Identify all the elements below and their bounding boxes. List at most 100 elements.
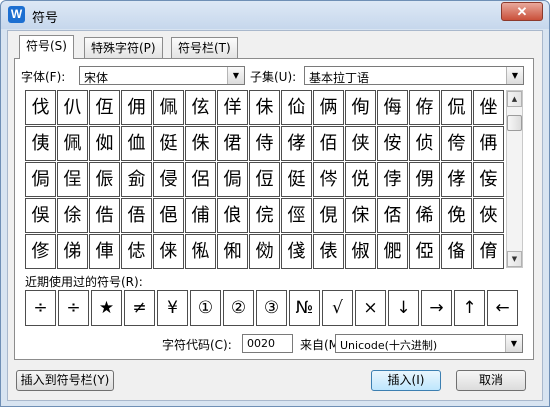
recent-symbol-cell[interactable]: ÷ bbox=[58, 290, 89, 326]
symbol-cell[interactable]: 俴 bbox=[281, 234, 312, 269]
symbol-cell[interactable]: 佩 bbox=[153, 90, 184, 125]
recent-symbol-cell[interactable]: ↓ bbox=[388, 290, 419, 326]
symbol-cell[interactable]: 侒 bbox=[377, 126, 408, 161]
symbol-cell[interactable]: 佩 bbox=[57, 126, 88, 161]
scroll-down-icon[interactable]: ▼ bbox=[507, 251, 522, 267]
symbol-cell[interactable]: 侴 bbox=[121, 162, 152, 197]
symbol-cell[interactable]: 佣 bbox=[121, 90, 152, 125]
symbol-cell[interactable]: 俓 bbox=[281, 198, 312, 233]
insert-to-symbol-bar-button[interactable]: 插入到符号栏(Y) bbox=[16, 370, 114, 391]
close-button[interactable]: ✕ bbox=[501, 2, 543, 21]
symbol-cell[interactable]: 俈 bbox=[89, 198, 120, 233]
symbol-cell[interactable]: 侞 bbox=[89, 126, 120, 161]
symbol-cell[interactable]: 仈 bbox=[57, 90, 88, 125]
symbol-cell[interactable]: 侃 bbox=[441, 90, 472, 125]
symbol-cell[interactable]: 侚 bbox=[345, 90, 376, 125]
tab-symbol-bar[interactable]: 符号栏(T) bbox=[171, 37, 238, 58]
symbol-cell[interactable]: 俤 bbox=[57, 234, 88, 269]
symbol-cell[interactable]: 侸 bbox=[249, 162, 280, 197]
insert-button[interactable]: 插入(I) bbox=[371, 370, 441, 391]
symbol-grid-scrollbar[interactable]: ▲ ▼ bbox=[506, 90, 523, 268]
recent-symbol-cell[interactable]: ③ bbox=[256, 290, 287, 326]
recent-symbol-cell[interactable]: √ bbox=[322, 290, 353, 326]
symbol-cell[interactable]: 俫 bbox=[153, 234, 184, 269]
symbol-cell[interactable]: 佯 bbox=[217, 90, 248, 125]
char-code-input[interactable]: 0020 bbox=[242, 334, 293, 353]
tab-symbols[interactable]: 符号(S) bbox=[19, 35, 74, 59]
symbol-cell[interactable]: 俻 bbox=[441, 234, 472, 269]
recent-symbol-cell[interactable]: ① bbox=[190, 290, 221, 326]
symbol-cell[interactable]: 侮 bbox=[377, 90, 408, 125]
encoding-dropdown[interactable]: Unicode(十六进制) ▼ bbox=[335, 334, 523, 353]
symbol-cell[interactable]: 仾 bbox=[89, 90, 120, 125]
symbol-cell[interactable]: 俥 bbox=[89, 234, 120, 269]
symbol-cell[interactable]: 伭 bbox=[185, 90, 216, 125]
symbol-cell[interactable]: 俛 bbox=[441, 198, 472, 233]
symbol-cell[interactable]: 侾 bbox=[441, 162, 472, 197]
symbol-cell[interactable]: 佰 bbox=[313, 126, 344, 161]
symbol-cell[interactable]: 俆 bbox=[57, 198, 88, 233]
recent-symbol-cell[interactable]: ② bbox=[223, 290, 254, 326]
symbol-cell[interactable]: 侾 bbox=[281, 126, 312, 161]
scroll-up-icon[interactable]: ▲ bbox=[507, 91, 522, 107]
symbol-cell[interactable]: 侏 bbox=[185, 126, 216, 161]
symbol-cell[interactable]: 侉 bbox=[441, 126, 472, 161]
symbol-cell[interactable]: 俹 bbox=[409, 234, 440, 269]
recent-symbol-cell[interactable]: ≠ bbox=[124, 290, 155, 326]
chevron-down-icon[interactable]: ▼ bbox=[505, 335, 522, 352]
symbol-cell[interactable]: 俔 bbox=[313, 198, 344, 233]
symbol-cell[interactable]: 佡 bbox=[281, 90, 312, 125]
symbol-cell[interactable]: 俠 bbox=[473, 198, 504, 233]
symbol-cell[interactable]: 侠 bbox=[345, 126, 376, 161]
recent-symbol-cell[interactable]: ¥ bbox=[157, 290, 188, 326]
symbol-cell[interactable]: 侰 bbox=[217, 126, 248, 161]
symbol-cell[interactable]: 侫 bbox=[473, 162, 504, 197]
symbol-cell[interactable]: 侵 bbox=[153, 162, 184, 197]
symbol-cell[interactable]: 俢 bbox=[25, 234, 56, 269]
recent-symbol-cell[interactable]: → bbox=[421, 290, 452, 326]
subset-dropdown[interactable]: 基本拉丁语 ▼ bbox=[304, 66, 524, 85]
symbol-cell[interactable]: 俶 bbox=[345, 234, 376, 269]
symbol-cell[interactable]: 俬 bbox=[185, 234, 216, 269]
recent-symbol-cell[interactable]: ÷ bbox=[25, 290, 56, 326]
symbol-cell[interactable]: 侹 bbox=[153, 126, 184, 161]
symbol-cell[interactable]: 俌 bbox=[185, 198, 216, 233]
chevron-down-icon[interactable]: ▼ bbox=[227, 67, 244, 84]
symbol-cell[interactable]: 侱 bbox=[57, 162, 88, 197]
cancel-button[interactable]: 取消 bbox=[456, 370, 526, 391]
symbol-cell[interactable]: 侟 bbox=[409, 90, 440, 125]
symbol-cell[interactable]: 侇 bbox=[25, 126, 56, 161]
symbol-cell[interactable]: 俕 bbox=[345, 198, 376, 233]
symbol-cell[interactable]: 俁 bbox=[25, 198, 56, 233]
symbol-cell[interactable]: 俒 bbox=[249, 198, 280, 233]
symbol-cell[interactable]: 俩 bbox=[313, 90, 344, 125]
symbol-cell[interactable]: 俍 bbox=[217, 198, 248, 233]
symbol-cell[interactable]: 侐 bbox=[121, 126, 152, 161]
recent-symbol-cell[interactable]: ← bbox=[487, 290, 518, 326]
symbol-cell[interactable]: 侷 bbox=[25, 162, 56, 197]
symbol-cell[interactable]: 俋 bbox=[153, 198, 184, 233]
symbol-cell[interactable]: 俧 bbox=[121, 234, 152, 269]
font-dropdown[interactable]: 宋体 ▼ bbox=[79, 66, 245, 85]
symbol-cell[interactable]: 俼 bbox=[473, 234, 504, 269]
symbol-cell[interactable]: 侺 bbox=[313, 162, 344, 197]
symbol-cell[interactable]: 侲 bbox=[89, 162, 120, 197]
symbol-cell[interactable]: 俖 bbox=[377, 198, 408, 233]
symbol-cell[interactable]: 佅 bbox=[249, 90, 280, 125]
symbol-cell[interactable]: 侷 bbox=[217, 162, 248, 197]
symbol-cell[interactable]: 侹 bbox=[281, 162, 312, 197]
symbol-cell[interactable]: 侻 bbox=[345, 162, 376, 197]
symbol-cell[interactable]: 伐 bbox=[25, 90, 56, 125]
symbol-cell[interactable]: 侼 bbox=[377, 162, 408, 197]
symbol-cell[interactable]: 侢 bbox=[473, 126, 504, 161]
symbol-cell[interactable]: 俷 bbox=[377, 234, 408, 269]
symbol-cell[interactable]: 侳 bbox=[473, 90, 504, 125]
recent-symbol-cell[interactable]: № bbox=[289, 290, 320, 326]
symbol-cell[interactable]: 侦 bbox=[409, 126, 440, 161]
recent-symbol-cell[interactable]: ↑ bbox=[454, 290, 485, 326]
symbol-cell[interactable]: 侍 bbox=[249, 126, 280, 161]
tab-special-characters[interactable]: 特殊字符(P) bbox=[84, 37, 163, 58]
symbol-cell[interactable]: 俲 bbox=[249, 234, 280, 269]
symbol-cell[interactable]: 俰 bbox=[217, 234, 248, 269]
recent-symbol-cell[interactable]: ★ bbox=[91, 290, 122, 326]
